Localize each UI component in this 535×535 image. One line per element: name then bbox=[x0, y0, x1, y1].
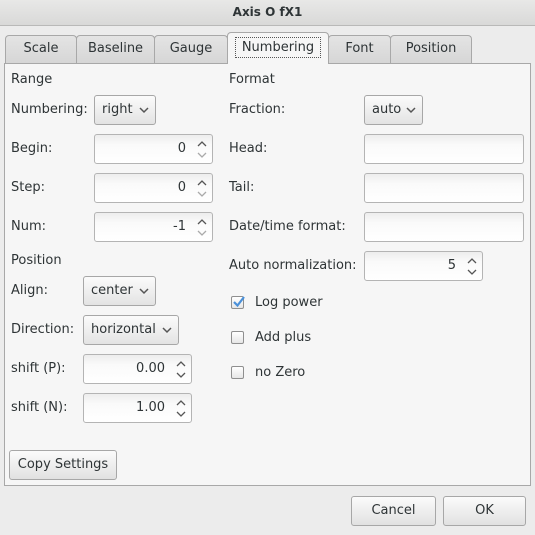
shift-p-label: shift (P): bbox=[11, 361, 66, 376]
chevron-down-icon bbox=[406, 107, 416, 114]
copy-settings-label: Copy Settings bbox=[17, 457, 109, 472]
tab-label: Scale bbox=[23, 41, 59, 56]
chevron-up-icon[interactable] bbox=[176, 399, 186, 407]
chevron-down-icon[interactable] bbox=[197, 229, 207, 237]
no-zero-checkbox[interactable] bbox=[231, 366, 244, 379]
chevron-up-icon[interactable] bbox=[197, 140, 207, 148]
align-combo[interactable]: center bbox=[83, 276, 156, 306]
head-input[interactable] bbox=[364, 134, 524, 164]
num-spinbox[interactable]: -1 bbox=[94, 212, 213, 242]
step-value: 0 bbox=[177, 180, 186, 195]
window-title: Axis O fX1 bbox=[232, 5, 303, 19]
chevron-down-icon[interactable] bbox=[176, 410, 186, 418]
ok-button[interactable]: OK bbox=[443, 496, 526, 526]
range-heading: Range bbox=[11, 72, 53, 87]
chevron-down-icon[interactable] bbox=[176, 371, 186, 379]
align-label: Align: bbox=[11, 283, 48, 298]
tab-label: Numbering bbox=[234, 37, 322, 58]
ok-label: OK bbox=[475, 503, 494, 518]
tab-font[interactable]: Font bbox=[328, 35, 391, 63]
auto-normalization-spinbox[interactable]: 5 bbox=[364, 251, 483, 281]
cancel-button[interactable]: Cancel bbox=[351, 496, 436, 526]
chevron-down-icon bbox=[139, 107, 149, 114]
shift-n-label: shift (N): bbox=[11, 400, 68, 415]
window-titlebar: Axis O fX1 bbox=[0, 0, 535, 26]
head-label: Head: bbox=[229, 141, 268, 156]
tab-position[interactable]: Position bbox=[390, 35, 472, 63]
numbering-value: right bbox=[102, 102, 133, 117]
direction-value: horizontal bbox=[91, 322, 156, 337]
begin-value: 0 bbox=[177, 141, 186, 156]
begin-spinbox[interactable]: 0 bbox=[94, 134, 213, 164]
num-value: -1 bbox=[173, 219, 186, 234]
begin-label: Begin: bbox=[11, 141, 53, 156]
checkmark-icon bbox=[233, 296, 245, 308]
tab-numbering[interactable]: Numbering bbox=[227, 32, 329, 64]
fraction-value: auto bbox=[372, 102, 402, 117]
format-heading: Format bbox=[229, 72, 275, 87]
chevron-up-icon[interactable] bbox=[467, 257, 477, 265]
tab-label: Position bbox=[405, 41, 457, 56]
shift-p-value: 0.00 bbox=[136, 361, 165, 376]
shift-n-spinbox[interactable]: 1.00 bbox=[83, 393, 192, 423]
num-label: Num: bbox=[11, 219, 47, 234]
chevron-up-icon[interactable] bbox=[197, 179, 207, 187]
position-heading: Position bbox=[11, 253, 62, 268]
datetime-format-label: Date/time format: bbox=[229, 219, 346, 234]
add-plus-label[interactable]: Add plus bbox=[255, 330, 311, 345]
chevron-down-icon[interactable] bbox=[467, 268, 477, 276]
numbering-label: Numbering: bbox=[11, 102, 88, 117]
tab-baseline[interactable]: Baseline bbox=[76, 35, 155, 63]
copy-settings-button[interactable]: Copy Settings bbox=[9, 450, 117, 480]
add-plus-checkbox[interactable] bbox=[231, 331, 244, 344]
tab-label: Font bbox=[345, 41, 374, 56]
chevron-up-icon[interactable] bbox=[197, 218, 207, 226]
shift-n-value: 1.00 bbox=[136, 400, 165, 415]
no-zero-label[interactable]: no Zero bbox=[255, 365, 305, 380]
datetime-format-input[interactable] bbox=[364, 212, 524, 242]
step-spinbox[interactable]: 0 bbox=[94, 173, 213, 203]
tab-label: Baseline bbox=[87, 41, 144, 56]
tail-input[interactable] bbox=[364, 173, 524, 203]
direction-label: Direction: bbox=[11, 322, 75, 337]
chevron-down-icon[interactable] bbox=[197, 190, 207, 198]
chevron-down-icon bbox=[162, 327, 172, 334]
chevron-down-icon bbox=[139, 288, 149, 295]
chevron-up-icon[interactable] bbox=[176, 360, 186, 368]
log-power-checkbox[interactable] bbox=[231, 296, 245, 309]
auto-normalization-label: Auto normalization: bbox=[229, 258, 357, 273]
fraction-combo[interactable]: auto bbox=[364, 95, 423, 125]
direction-combo[interactable]: horizontal bbox=[83, 315, 179, 345]
shift-p-spinbox[interactable]: 0.00 bbox=[83, 354, 192, 384]
chevron-down-icon[interactable] bbox=[197, 151, 207, 159]
fraction-label: Fraction: bbox=[229, 102, 286, 117]
tab-gauge[interactable]: Gauge bbox=[154, 35, 228, 63]
log-power-label[interactable]: Log power bbox=[255, 295, 323, 310]
numbering-combo[interactable]: right bbox=[94, 95, 156, 125]
align-value: center bbox=[91, 283, 133, 298]
step-label: Step: bbox=[11, 180, 45, 195]
tail-label: Tail: bbox=[229, 180, 255, 195]
auto-normalization-value: 5 bbox=[447, 258, 456, 273]
cancel-label: Cancel bbox=[371, 503, 416, 518]
tab-scale[interactable]: Scale bbox=[5, 35, 77, 63]
tab-label: Gauge bbox=[169, 41, 213, 56]
